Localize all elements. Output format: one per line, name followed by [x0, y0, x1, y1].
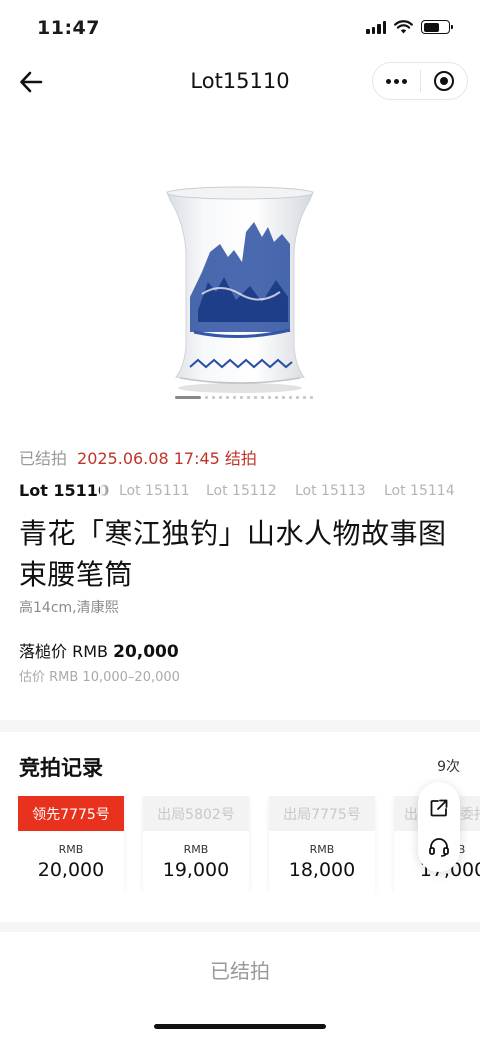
more-button[interactable] [373, 63, 420, 99]
bid-amount: 18,000 [288, 859, 356, 881]
bid-tag-outbid: 出局5802号 [143, 796, 249, 831]
bid-record-title: 竞拍记录 [19, 756, 103, 780]
wifi-icon [394, 20, 413, 34]
status-bar: 11:47 [0, 0, 480, 58]
more-dots-icon [385, 78, 407, 84]
carousel-indicator [175, 396, 313, 399]
bid-currency: RMB [183, 843, 209, 856]
hammer-price: 落槌价 RMB 20,000 [19, 638, 179, 662]
product-image[interactable] [150, 182, 330, 394]
lot-current[interactable]: Lot 15110 [19, 481, 109, 500]
auction-end-time: 2025.06.08 17:45 结拍 [77, 449, 257, 468]
lot-strip-fade-right [456, 478, 480, 504]
hammer-price-amount: 20,000 [113, 642, 179, 662]
bid-amount: 19,000 [162, 859, 230, 881]
bid-card: 领先7775号 RMB 20,000 [18, 796, 124, 892]
bid-currency: RMB [309, 843, 335, 856]
item-title: 青花「寒江独钓」山水人物故事图束腰笔筒 [19, 517, 447, 591]
bottom-status-button[interactable]: 已结拍 [0, 955, 480, 984]
share-icon [430, 799, 448, 816]
hammer-price-label: 落槌价 [19, 642, 68, 661]
lot-item[interactable]: Lot 15112 [206, 483, 277, 499]
bid-card: 出局5802号 RMB 19,000 [143, 796, 249, 892]
lot-item[interactable]: Lot 15113 [295, 483, 366, 499]
nav-bar: Lot15110 [0, 58, 480, 106]
share-button[interactable] [424, 793, 454, 823]
bid-tag-outbid: 出局7775号 [269, 796, 375, 831]
bid-tag-leading: 领先7775号 [18, 796, 124, 831]
section-divider [0, 720, 480, 732]
home-indicator [154, 1024, 326, 1029]
section-divider [0, 922, 480, 932]
battery-icon [421, 20, 453, 34]
bid-card: 出局7775号 RMB 18,000 [269, 796, 375, 892]
close-mini-program-button[interactable] [421, 63, 468, 99]
bid-count[interactable]: 9次 [437, 756, 460, 776]
lot-strip: Lot 15110 Lot 15111 Lot 15112 Lot 15113 … [0, 478, 480, 504]
customer-service-button[interactable] [424, 832, 454, 862]
floating-action-panel [418, 782, 460, 872]
lot-item[interactable]: Lot 15111 [119, 483, 190, 499]
bid-currency: RMB [58, 843, 84, 856]
auction-status: 已结拍 [19, 449, 68, 468]
cellular-signal-icon [366, 20, 386, 34]
lot-item[interactable]: Lot 15114 [384, 483, 455, 499]
bid-amount: 20,000 [37, 859, 105, 881]
hammer-price-currency: RMB [72, 642, 109, 661]
mini-program-capsule [372, 62, 468, 100]
bid-list[interactable]: 领先7775号 RMB 20,000 出局5802号 RMB 19,000 出局… [18, 796, 480, 892]
headset-icon [429, 837, 449, 857]
estimate-price: 估价 RMB 10,000–20,000 [19, 670, 180, 685]
item-description: 高14cm,清康熙 [19, 600, 119, 616]
status-time: 11:47 [37, 17, 100, 39]
auction-status-line: 已结拍 2025.06.08 17:45 结拍 [19, 445, 257, 469]
target-icon [433, 71, 454, 91]
status-icons [366, 20, 453, 34]
lot-strip-fade-left [100, 478, 118, 504]
